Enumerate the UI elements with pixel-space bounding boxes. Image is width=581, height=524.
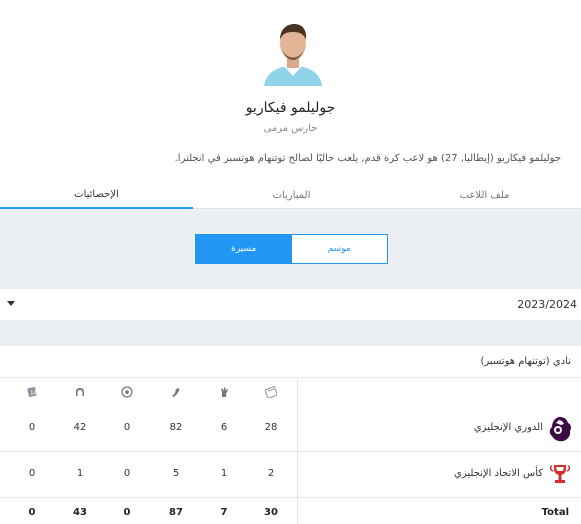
total-value: 0 bbox=[123, 507, 131, 518]
table-row[interactable]: 2 1 5 0 1 0 كأس الاتحاد الإنجليزي bbox=[0, 452, 581, 498]
shirt-icon: 14 bbox=[12, 384, 52, 400]
stat-value: 28 bbox=[264, 422, 278, 433]
stat-value: 2 bbox=[267, 468, 275, 479]
calendar-icon bbox=[251, 384, 291, 400]
stat-value: 0 bbox=[123, 422, 131, 433]
player-avatar bbox=[262, 20, 324, 86]
player-bio: جوليلمو فيكاريو (إيطاليا, 27) هو لاعب كر… bbox=[174, 153, 561, 164]
premier-league-logo bbox=[547, 415, 573, 443]
tab-stats[interactable]: الإحصائيات bbox=[0, 181, 193, 209]
total-value: 30 bbox=[264, 507, 278, 518]
player-position: حارس مرمى bbox=[263, 123, 318, 134]
season-value: 2023/2024 bbox=[517, 298, 577, 311]
fa-cup-logo bbox=[547, 461, 573, 489]
svg-text:14: 14 bbox=[30, 391, 36, 397]
stats-header-row: 14 bbox=[0, 378, 581, 406]
stat-value: 1 bbox=[76, 468, 84, 479]
stat-value: 0 bbox=[28, 422, 36, 433]
total-value: 43 bbox=[73, 507, 87, 518]
view-switch: مسيرة موسم bbox=[195, 234, 388, 264]
tab-matches[interactable]: المباريات bbox=[195, 181, 388, 209]
stat-value: 0 bbox=[123, 468, 131, 479]
competition-name: الدوري الإنجليزي bbox=[473, 422, 543, 433]
stat-value: 1 bbox=[220, 468, 228, 479]
career-button[interactable]: مسيرة bbox=[196, 235, 292, 263]
save-icon bbox=[60, 384, 100, 400]
goalkeeper-glove-icon bbox=[204, 384, 244, 400]
view-switch-area: مسيرة موسم bbox=[0, 209, 581, 289]
total-value: 7 bbox=[220, 507, 228, 518]
tab-bar: ملف اللاعب المباريات الإحصائيات bbox=[0, 181, 581, 209]
stat-value: 0 bbox=[28, 468, 36, 479]
total-value: 87 bbox=[169, 507, 183, 518]
competition-name: كأس الاتحاد الإنجليزي bbox=[454, 468, 543, 479]
section-divider bbox=[0, 320, 581, 346]
boot-icon bbox=[156, 384, 196, 400]
totals-row: 30 7 87 0 43 0 Total bbox=[0, 498, 581, 524]
season-select[interactable]: 2023/2024 bbox=[0, 291, 581, 319]
total-value: 0 bbox=[28, 507, 36, 518]
table-row[interactable]: 28 6 82 0 42 0 الدوري الإنجليزي bbox=[0, 406, 581, 452]
caret-down-icon bbox=[7, 301, 15, 306]
player-header: جوليلمو فيكاريو حارس مرمى جوليلمو فيكاري… bbox=[0, 0, 581, 180]
total-label: Total bbox=[541, 507, 569, 518]
tab-profile[interactable]: ملف اللاعب bbox=[388, 181, 581, 209]
club-header: نادي (توتنهام هوتسبر) bbox=[0, 350, 581, 378]
club-label: نادي (توتنهام هوتسبر) bbox=[480, 356, 571, 367]
stat-value: 6 bbox=[220, 422, 228, 433]
player-name: جوليلمو فيكاريو bbox=[245, 100, 336, 116]
stat-value: 42 bbox=[73, 422, 87, 433]
stat-value: 5 bbox=[172, 468, 180, 479]
column-divider bbox=[297, 378, 298, 524]
season-button[interactable]: موسم bbox=[292, 235, 388, 263]
football-icon bbox=[107, 384, 147, 400]
stat-value: 82 bbox=[169, 422, 183, 433]
